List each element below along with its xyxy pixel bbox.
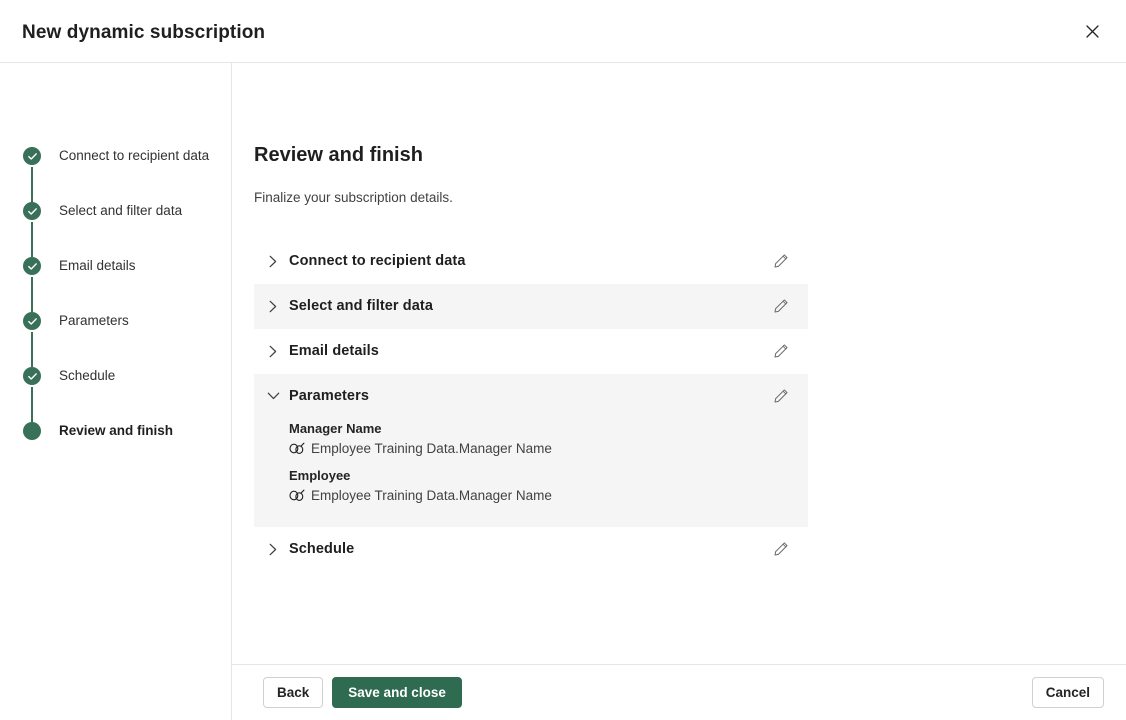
- section-title: Parameters: [289, 388, 369, 405]
- review-section-select-and-filter-data: Select and filter data: [254, 283, 808, 329]
- edit-section-button-connect-to-recipient-data[interactable]: [768, 248, 794, 274]
- step-marker: [23, 367, 41, 422]
- pencil-edit-icon: [773, 298, 789, 314]
- page-subtitle: Finalize your subscription details.: [254, 190, 453, 205]
- parameter-value: Employee Training Data.Manager Name: [289, 439, 794, 458]
- pencil-edit-icon: [773, 253, 789, 269]
- sidebar-step-label: Parameters: [59, 313, 129, 328]
- parameter-label: Manager Name: [289, 420, 382, 436]
- section-header-schedule[interactable]: Schedule: [254, 527, 808, 572]
- step-completed-check-icon: [23, 147, 41, 165]
- step-marker: [23, 147, 41, 202]
- section-header-parameters[interactable]: Parameters: [254, 374, 808, 419]
- step-list: Connect to recipient data Select and filt…: [0, 147, 231, 440]
- step-marker: [23, 257, 41, 312]
- link-chain-icon: [289, 487, 305, 503]
- step-completed-check-icon: [23, 367, 41, 385]
- review-sections: Connect to recipient data Select and filt…: [254, 238, 808, 572]
- step-marker: [23, 312, 41, 367]
- section-title: Schedule: [289, 541, 355, 558]
- step-completed-check-icon: [23, 202, 41, 220]
- section-title: Connect to recipient data: [289, 253, 466, 270]
- save-and-close-button[interactable]: Save and close: [332, 677, 462, 708]
- section-title: Email details: [289, 343, 379, 360]
- section-header-email-details[interactable]: Email details: [254, 329, 808, 374]
- section-content-parameters: Manager Name Employee Training Data.Manag…: [254, 419, 808, 527]
- dialog-header: New dynamic subscription: [0, 0, 1126, 63]
- step-connector-line: [31, 332, 33, 367]
- step-completed-check-icon: [23, 312, 41, 330]
- step-current-icon: [23, 422, 41, 440]
- step-connector-line: [31, 222, 33, 257]
- step-completed-check-icon: [23, 257, 41, 275]
- sidebar-step-label: Email details: [59, 258, 136, 273]
- edit-section-button-parameters[interactable]: [768, 383, 794, 409]
- sidebar-step-review-and-finish[interactable]: Review and finish: [0, 422, 231, 440]
- chevron-right-icon: [266, 344, 280, 358]
- review-section-connect-to-recipient-data: Connect to recipient data: [254, 238, 808, 284]
- parameter-value: Employee Training Data.Manager Name: [289, 486, 794, 505]
- chevron-right-icon: [266, 299, 280, 313]
- chevron-down-icon: [266, 389, 280, 403]
- section-title: Select and filter data: [289, 298, 434, 315]
- dialog-footer: Back Save and close Cancel: [232, 664, 1126, 720]
- dialog-title: New dynamic subscription: [22, 21, 266, 43]
- close-button[interactable]: [1076, 15, 1108, 47]
- sidebar-step-schedule[interactable]: Schedule: [0, 367, 231, 422]
- edit-section-button-email-details[interactable]: [768, 338, 794, 364]
- close-icon: [1085, 24, 1099, 38]
- cancel-button[interactable]: Cancel: [1031, 677, 1104, 708]
- pencil-edit-icon: [773, 388, 789, 404]
- sidebar-step-select-and-filter-data[interactable]: Select and filter data: [0, 202, 231, 257]
- main-panel: Review and finish Finalize your subscrip…: [232, 63, 1126, 720]
- step-marker: [23, 202, 41, 257]
- parameter-row: Employee Employee Training Data.Manager N…: [289, 466, 794, 505]
- section-header-connect-to-recipient-data[interactable]: Connect to recipient data: [254, 239, 808, 284]
- main-scroll-area: Review and finish Finalize your subscrip…: [232, 63, 1126, 664]
- step-marker: [23, 422, 41, 440]
- review-section-email-details: Email details: [254, 328, 808, 374]
- chevron-right-icon: [266, 542, 280, 556]
- review-section-parameters: Parameters Manager Name Employee Training …: [254, 373, 808, 527]
- footer-primary-actions: Back Save and close: [263, 677, 462, 708]
- edit-section-button-select-and-filter-data[interactable]: [768, 293, 794, 319]
- sidebar-step-label: Connect to recipient data: [59, 148, 210, 163]
- parameter-value-text: Employee Training Data.Manager Name: [311, 487, 552, 503]
- footer-secondary-actions: Cancel: [1031, 677, 1104, 708]
- sidebar-step-parameters[interactable]: Parameters: [0, 312, 231, 367]
- sidebar-step-email-details[interactable]: Email details: [0, 257, 231, 312]
- wizard-sidebar: Connect to recipient data Select and filt…: [0, 63, 232, 720]
- new-dynamic-subscription-dialog: New dynamic subscription Connect to reci…: [0, 0, 1126, 720]
- parameter-value-text: Employee Training Data.Manager Name: [311, 440, 552, 456]
- step-connector-line: [31, 387, 33, 422]
- sidebar-step-connect-to-recipient-data[interactable]: Connect to recipient data: [0, 147, 231, 202]
- pencil-edit-icon: [773, 343, 789, 359]
- step-connector-line: [31, 277, 33, 312]
- link-chain-icon: [289, 440, 305, 456]
- chevron-right-icon: [266, 254, 280, 268]
- step-connector-line: [31, 167, 33, 202]
- sidebar-step-label: Schedule: [59, 368, 116, 383]
- sidebar-step-label: Review and finish: [59, 423, 174, 438]
- parameter-row: Manager Name Employee Training Data.Manag…: [289, 419, 794, 458]
- pencil-edit-icon: [773, 541, 789, 557]
- sidebar-step-label: Select and filter data: [59, 203, 183, 218]
- section-header-select-and-filter-data[interactable]: Select and filter data: [254, 284, 808, 329]
- review-section-schedule: Schedule: [254, 526, 808, 572]
- edit-section-button-schedule[interactable]: [768, 536, 794, 562]
- page-title: Review and finish: [254, 144, 423, 166]
- back-button[interactable]: Back: [263, 677, 324, 708]
- dialog-body: Connect to recipient data Select and filt…: [0, 63, 1126, 720]
- parameter-label: Employee: [289, 467, 351, 483]
